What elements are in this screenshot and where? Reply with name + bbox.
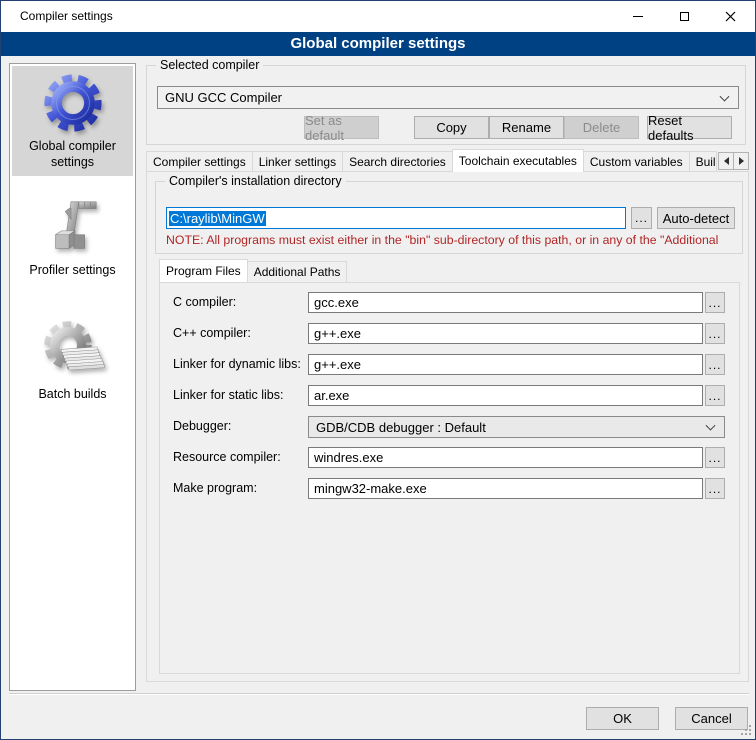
tab-program-files[interactable]: Program Files	[159, 259, 248, 282]
installation-directory-group: Compiler's installation directory C:\ray…	[155, 181, 743, 254]
compiler-settings-dialog: Compiler settings Global compiler settin…	[0, 0, 756, 740]
rename-button[interactable]: Rename	[489, 116, 564, 139]
sidebar-item-label: Profiler settings	[12, 262, 133, 284]
browse-dynamic-linker-button[interactable]: ...	[705, 354, 725, 375]
selected-text: C:\raylib\MinGW	[169, 211, 266, 226]
maximize-button[interactable]	[661, 1, 707, 32]
close-button[interactable]	[707, 1, 753, 32]
browse-directory-button[interactable]: ...	[631, 207, 652, 229]
program-files-panel: C compiler: ... C++ compiler: ... Linker…	[159, 282, 740, 674]
c-compiler-input[interactable]	[308, 292, 703, 313]
caption-buttons	[615, 1, 753, 32]
browse-c-compiler-button[interactable]: ...	[705, 292, 725, 313]
maximize-icon	[680, 12, 689, 21]
gray-gear-stack-icon	[41, 318, 105, 382]
auto-detect-button[interactable]: Auto-detect	[657, 207, 735, 229]
resource-compiler-input[interactable]	[308, 447, 703, 468]
static-linker-input[interactable]	[308, 385, 703, 406]
sidebar-item-global-compiler-settings[interactable]: Global compiler settings	[12, 66, 133, 176]
field-label: C++ compiler:	[173, 326, 251, 340]
reset-defaults-button[interactable]: Reset defaults	[647, 116, 732, 139]
tab-additional-paths[interactable]: Additional Paths	[247, 261, 348, 282]
arrow-left-icon	[724, 157, 729, 165]
group-label: Compiler's installation directory	[165, 174, 346, 188]
browse-resource-compiler-button[interactable]: ...	[705, 447, 725, 468]
group-label: Selected compiler	[156, 58, 263, 72]
tab-compiler-settings[interactable]: Compiler settings	[146, 151, 253, 172]
tab-search-directories[interactable]: Search directories	[342, 151, 453, 172]
caliper-icon	[42, 196, 104, 258]
tab-build-options[interactable]: Build options	[689, 151, 717, 172]
settings-tab-bar: Compiler settings Linker settings Search…	[146, 149, 749, 172]
title-bar[interactable]: Compiler settings	[1, 1, 755, 32]
debugger-value: GDB/CDB debugger : Default	[316, 420, 486, 435]
chevron-down-icon	[720, 91, 730, 101]
ok-button[interactable]: OK	[586, 707, 659, 730]
selected-compiler-dropdown[interactable]: GNU GCC Compiler	[157, 86, 739, 109]
footer-separator	[9, 693, 749, 695]
resize-grip[interactable]	[741, 725, 751, 735]
debugger-dropdown[interactable]: GDB/CDB debugger : Default	[308, 416, 725, 438]
set-as-default-button: Set as default	[304, 116, 379, 139]
cpp-compiler-input[interactable]	[308, 323, 703, 344]
sidebar-item-batch-builds[interactable]: Batch builds	[12, 312, 133, 408]
field-label: Make program:	[173, 481, 257, 495]
copy-button[interactable]: Copy	[414, 116, 489, 139]
browse-cpp-compiler-button[interactable]: ...	[705, 323, 725, 344]
selected-compiler-value: GNU GCC Compiler	[165, 90, 282, 105]
dynamic-linker-input[interactable]	[308, 354, 703, 375]
tab-linker-settings[interactable]: Linker settings	[252, 151, 343, 172]
installation-directory-input[interactable]: C:\raylib\MinGW	[166, 207, 626, 229]
field-label: Linker for dynamic libs:	[173, 357, 301, 371]
field-label: Debugger:	[173, 419, 231, 433]
page-title: Global compiler settings	[1, 32, 755, 56]
cancel-button[interactable]: Cancel	[675, 707, 748, 730]
sidebar-item-label: Batch builds	[12, 386, 133, 408]
tab-toolchain-executables[interactable]: Toolchain executables	[452, 149, 584, 172]
tab-scroll-left-button[interactable]	[718, 152, 734, 170]
browse-static-linker-button[interactable]: ...	[705, 385, 725, 406]
toolchain-executables-page: Compiler's installation directory C:\ray…	[146, 171, 749, 682]
blue-gear-icon	[42, 72, 104, 134]
browse-make-program-button[interactable]: ...	[705, 478, 725, 499]
field-label: Resource compiler:	[173, 450, 281, 464]
tab-custom-variables[interactable]: Custom variables	[583, 151, 690, 172]
tab-scroll-buttons	[719, 152, 749, 170]
program-files-tab-bar: Program Files Additional Paths	[159, 259, 346, 282]
note-text: NOTE: All programs must exist either in …	[166, 233, 718, 247]
minimize-icon	[633, 16, 643, 17]
selected-compiler-group: Selected compiler GNU GCC Compiler Set a…	[146, 65, 746, 145]
delete-button: Delete	[564, 116, 639, 139]
arrow-right-icon	[739, 157, 744, 165]
tab-scroll-right-button[interactable]	[733, 152, 749, 170]
close-icon	[725, 11, 736, 22]
sidebar-item-profiler-settings[interactable]: Profiler settings	[12, 190, 133, 284]
make-program-input[interactable]	[308, 478, 703, 499]
settings-sidebar: Global compiler settings Pr	[9, 63, 136, 691]
field-label: Linker for static libs:	[173, 388, 283, 402]
chevron-down-icon	[706, 421, 716, 431]
sidebar-item-label: Global compiler settings	[12, 138, 133, 176]
window-title: Compiler settings	[20, 9, 113, 23]
minimize-button[interactable]	[615, 1, 661, 32]
field-label: C compiler:	[173, 295, 236, 309]
